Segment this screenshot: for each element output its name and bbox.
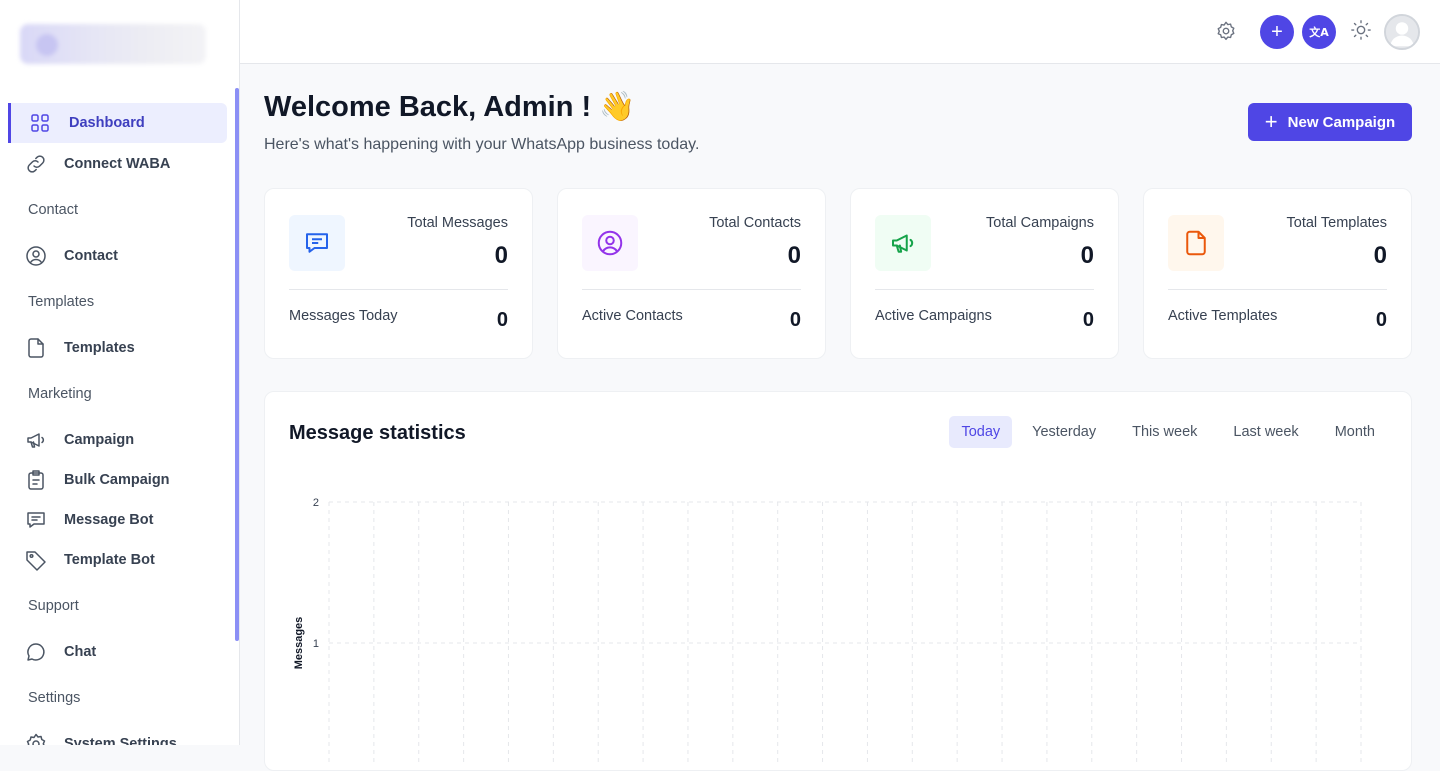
user-circle-icon — [24, 244, 48, 268]
tab-this-week[interactable]: This week — [1116, 416, 1213, 448]
sidebar-section-support: Support — [28, 598, 79, 614]
sidebar-item-label: Template Bot — [64, 552, 155, 568]
tab-month[interactable]: Month — [1319, 416, 1391, 448]
y-tick-label: 1 — [313, 638, 319, 650]
card-sub-value: 0 — [496, 309, 508, 331]
translate-icon: 文A — [1309, 26, 1329, 39]
divider — [289, 289, 508, 290]
gear-icon — [24, 732, 48, 745]
card-title: Total Contacts — [709, 215, 801, 231]
sidebar-item-dashboard[interactable]: Dashboard — [8, 103, 227, 143]
card-sub-value: 0 — [789, 309, 801, 331]
new-campaign-label: New Campaign — [1287, 113, 1396, 131]
card-sub-label: Active Campaigns — [875, 308, 992, 324]
chat-circle-icon — [24, 640, 48, 664]
card-value: 0 — [787, 242, 801, 269]
tab-today[interactable]: Today — [949, 416, 1013, 448]
sidebar-item-contact[interactable]: Contact — [8, 236, 227, 276]
sidebar-item-message-bot[interactable]: Message Bot — [8, 500, 227, 540]
card-value: 0 — [1080, 242, 1094, 269]
divider — [1168, 289, 1387, 290]
divider — [875, 289, 1094, 290]
topbar: + 文A — [240, 0, 1440, 64]
sidebar-item-label: Templates — [64, 340, 135, 356]
sidebar-scrollbar[interactable] — [235, 88, 239, 641]
sun-icon — [1350, 19, 1372, 46]
sidebar: Dashboard Connect WABA Contact Contact T… — [0, 0, 240, 745]
sidebar-section-templates: Templates — [28, 294, 95, 310]
stats-title: Message statistics — [289, 422, 466, 444]
page-subtitle: Here's what's happening with your WhatsA… — [264, 136, 700, 153]
megaphone-icon — [875, 215, 931, 271]
tag-icon — [24, 548, 48, 572]
link-icon — [24, 152, 48, 176]
sidebar-item-bulk-campaign[interactable]: Bulk Campaign — [8, 460, 227, 500]
grid-icon — [28, 111, 52, 135]
sidebar-section-marketing: Marketing — [28, 386, 92, 402]
sidebar-item-templates[interactable]: Templates — [8, 328, 227, 368]
message-icon — [289, 215, 345, 271]
card-title: Total Campaigns — [986, 215, 1094, 231]
avatar[interactable] — [1384, 14, 1420, 50]
sidebar-section-contact: Contact — [28, 202, 78, 218]
card-sub-value: 0 — [1082, 309, 1094, 331]
page-title: Welcome Back, Admin ! 👋 — [264, 91, 636, 123]
theme-toggle[interactable] — [1348, 19, 1374, 45]
sidebar-item-label: Chat — [64, 644, 97, 660]
stat-card-campaigns: Total Campaigns 0 Active Campaigns 0 — [850, 188, 1119, 359]
clipboard-icon — [24, 468, 48, 492]
settings-button[interactable] — [1213, 20, 1239, 46]
stat-card-contacts: Total Contacts 0 Active Contacts 0 — [557, 188, 826, 359]
gear-icon — [1215, 20, 1237, 47]
language-button[interactable]: 文A — [1302, 15, 1336, 49]
card-title: Total Templates — [1286, 215, 1387, 231]
card-value: 0 — [494, 242, 508, 269]
stat-card-messages: Total Messages 0 Messages Today 0 — [264, 188, 533, 359]
y-tick-label: 2 — [313, 497, 319, 509]
card-sub-label: Messages Today — [289, 308, 398, 324]
sidebar-item-template-bot[interactable]: Template Bot — [8, 540, 227, 580]
document-icon — [1168, 215, 1224, 271]
card-title: Total Messages — [407, 215, 508, 231]
tab-yesterday[interactable]: Yesterday — [1016, 416, 1112, 448]
sidebar-item-chat[interactable]: Chat — [8, 632, 227, 672]
sidebar-item-system-settings[interactable]: System Settings — [8, 724, 227, 745]
y-axis-label: Messages — [293, 617, 305, 670]
chat-bubble-icon — [24, 508, 48, 532]
sidebar-item-label: Campaign — [64, 432, 135, 448]
sidebar-item-campaign[interactable]: Campaign — [8, 420, 227, 460]
megaphone-icon — [24, 428, 48, 452]
plus-icon: + — [1271, 21, 1283, 43]
sidebar-item-label: Dashboard — [69, 115, 145, 131]
sidebar-item-label: Contact — [64, 248, 118, 264]
user-circle-icon — [582, 215, 638, 271]
main-content: Welcome Back, Admin ! 👋 Here's what's ha… — [240, 64, 1440, 771]
sidebar-item-label: System Settings — [64, 736, 177, 745]
stat-card-templates: Total Templates 0 Active Templates 0 — [1143, 188, 1412, 359]
plus-icon: + — [1264, 109, 1278, 134]
card-sub-value: 0 — [1375, 309, 1387, 331]
message-statistics-panel: Message statistics Today Yesterday This … — [264, 391, 1412, 771]
card-sub-label: Active Templates — [1168, 308, 1278, 324]
sidebar-item-label: Message Bot — [64, 512, 154, 528]
message-chart: 2 1 Messages — [293, 497, 1362, 762]
sidebar-item-label: Bulk Campaign — [64, 472, 170, 488]
brand-logo[interactable] — [20, 24, 206, 64]
quick-add-button[interactable]: + — [1260, 15, 1294, 49]
sidebar-item-label: Connect WABA — [64, 156, 171, 172]
sidebar-item-connect-waba[interactable]: Connect WABA — [8, 144, 227, 184]
document-icon — [24, 336, 48, 360]
time-range-tabs: Today Yesterday This week Last week Mont… — [949, 416, 1391, 448]
new-campaign-button[interactable]: + New Campaign — [1248, 103, 1412, 141]
sidebar-section-settings: Settings — [28, 690, 81, 706]
divider — [582, 289, 801, 290]
card-value: 0 — [1373, 242, 1387, 269]
card-sub-label: Active Contacts — [582, 308, 683, 324]
tab-last-week[interactable]: Last week — [1217, 416, 1314, 448]
